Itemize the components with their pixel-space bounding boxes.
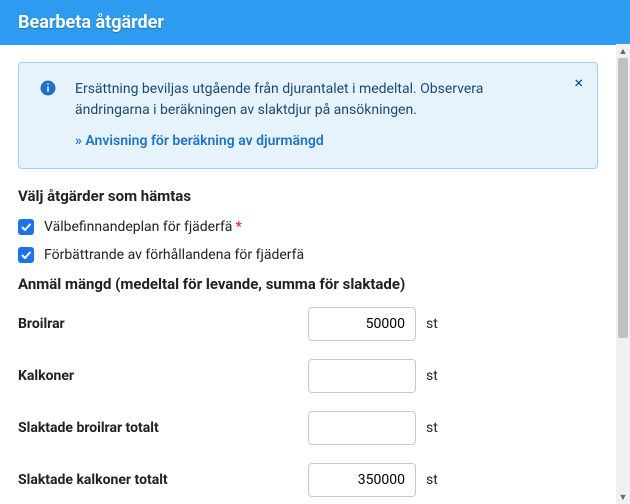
field-row-slaktade-kalkoner: Slaktade kalkoner totalt st: [18, 463, 598, 497]
content-scroll[interactable]: × Ersättning beviljas utgående från djur…: [0, 44, 616, 504]
checkbox-improve-conditions[interactable]: [18, 247, 34, 263]
dialog-header: Bearbeta åtgärder: [0, 0, 630, 45]
checkbox-label: Förbättrande av förhållandena för fjäder…: [44, 247, 304, 263]
input-slaktade-broilrar[interactable]: [308, 411, 416, 445]
checkbox-row: Förbättrande av förhållandena för fjäder…: [18, 247, 598, 263]
scroll-down-icon[interactable]: ▼: [616, 490, 630, 504]
info-alert: × Ersättning beviljas utgående från djur…: [18, 62, 598, 169]
scrollbar-thumb[interactable]: [618, 58, 628, 338]
alert-text: Ersättning beviljas utgående från djuran…: [75, 79, 557, 121]
checkbox-row: Välbefinnandeplan för fjäderfä*: [18, 219, 598, 235]
checkbox-wellbeing-plan[interactable]: [18, 219, 34, 235]
field-label: Kalkoner: [18, 368, 308, 384]
scroll-up-icon[interactable]: ▲: [616, 44, 630, 58]
input-kalkoner[interactable]: [308, 359, 416, 393]
unit-label: st: [426, 368, 438, 384]
scrollbar-track[interactable]: ▲ ▼: [616, 44, 630, 504]
required-marker: *: [235, 219, 241, 235]
field-row-broilrar: Broilrar st: [18, 307, 598, 341]
input-broilrar[interactable]: [308, 307, 416, 341]
field-label: Slaktade kalkoner totalt: [18, 472, 308, 488]
field-label: Slaktade broilrar totalt: [18, 420, 308, 436]
field-row-slaktade-broilrar: Slaktade broilrar totalt st: [18, 411, 598, 445]
report-amount-title: Anmäl mängd (medeltal för levande, summa…: [18, 275, 598, 293]
unit-label: st: [426, 420, 438, 436]
dialog-title: Bearbeta åtgärder: [18, 12, 164, 33]
alert-link[interactable]: » Anvisning för beräkning av djurmängd: [75, 131, 324, 152]
unit-label: st: [426, 316, 438, 332]
select-actions-title: Välj åtgärder som hämtas: [18, 187, 598, 205]
field-row-kalkoner: Kalkoner st: [18, 359, 598, 393]
info-icon: [39, 79, 57, 97]
checkbox-label: Välbefinnandeplan för fjäderfä*: [44, 219, 242, 235]
field-label: Broilrar: [18, 316, 308, 332]
unit-label: st: [426, 472, 438, 488]
close-icon[interactable]: ×: [574, 75, 583, 91]
input-slaktade-kalkoner[interactable]: [308, 463, 416, 497]
